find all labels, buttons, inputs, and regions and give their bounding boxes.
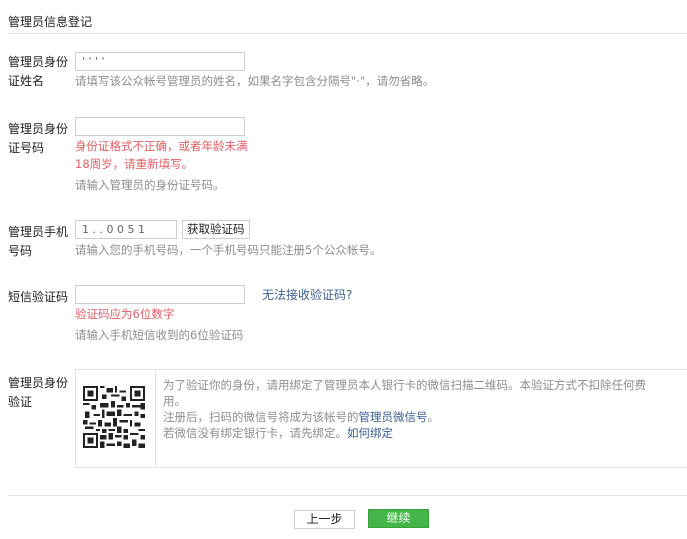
verify-text-line2: 用。 xyxy=(163,394,186,408)
get-code-button[interactable]: 获取验证码 xyxy=(182,220,250,239)
verify-text-line1: 为了验证你的身份，请用绑定了管理员本人银行卡的微信扫描二维码。本验证方式不扣除任… xyxy=(163,378,646,392)
verify-description: 为了验证你的身份，请用绑定了管理员本人银行卡的微信扫描二维码。本验证方式不扣除任… xyxy=(163,377,683,441)
id-label-line2: 证号码 xyxy=(8,141,45,155)
continue-button[interactable]: 继续 xyxy=(368,509,429,528)
how-to-bind-link[interactable]: 如何绑定 xyxy=(347,426,393,440)
admin-wechat-link[interactable]: 管理员微信号 xyxy=(359,410,428,424)
verify-text-line3: 注册后，扫码的微信号将成为该帐号的管理员微信号。 xyxy=(163,409,683,425)
prev-step-button[interactable]: 上一步 xyxy=(294,510,355,529)
id-label-line1: 管理员身份 xyxy=(8,122,69,136)
sms-hint: 请输入手机短信收到的6位验证码 xyxy=(75,328,244,342)
verify-text-line3-prefix: 注册后，扫码的微信号将成为该帐号的 xyxy=(163,410,359,424)
verify-text-line3-suffix: 。 xyxy=(427,410,440,424)
name-hint: 请填写该公众帐号管理员的姓名，如果名字包含分隔号"·"，请勿省略。 xyxy=(75,74,435,88)
id-number-input[interactable] xyxy=(75,117,245,136)
qr-code-icon[interactable] xyxy=(83,386,145,448)
sms-label: 短信验证码 xyxy=(8,290,69,304)
verify-text-line4-prefix: 若微信没有绑定银行卡，请先绑定。 xyxy=(163,426,347,440)
id-hint: 请输入管理员的身份证号码。 xyxy=(75,178,225,192)
id-error-line2: 18周岁，请重新填写。 xyxy=(75,157,194,171)
name-label-line1: 管理员身份 xyxy=(8,55,69,69)
verify-label-line2: 验证 xyxy=(8,395,33,409)
phone-label: 管理员手机 号码 xyxy=(8,223,68,261)
sms-code-input[interactable] xyxy=(75,285,245,304)
verify-text-line4: 若微信没有绑定银行卡，请先绑定。如何绑定 xyxy=(163,425,683,441)
name-label: 管理员身份 证姓名 xyxy=(8,53,68,91)
id-label: 管理员身份 证号码 xyxy=(8,120,68,158)
no-code-link[interactable]: 无法接收验证码? xyxy=(262,287,352,303)
phone-input[interactable]: 1 . . 0 0 5 1 xyxy=(75,220,177,239)
footer-divider xyxy=(8,495,687,496)
verify-label: 管理员身份 验证 xyxy=(8,374,68,412)
title-divider xyxy=(8,33,687,34)
page-title: 管理员信息登记 xyxy=(8,15,93,29)
name-label-line2: 证姓名 xyxy=(8,74,45,88)
phone-hint: 请输入您的手机号码，一个手机号码只能注册5个公众帐号。 xyxy=(75,243,382,257)
name-input[interactable]: ' ' ' ' xyxy=(75,52,245,71)
verify-box-divider xyxy=(155,370,156,467)
sms-error: 验证码应为6位数字 xyxy=(75,307,175,321)
phone-label-line2: 号码 xyxy=(8,244,33,258)
id-error-line1: 身份证格式不正确，或者年龄未满 xyxy=(75,139,248,153)
verify-label-line1: 管理员身份 xyxy=(8,376,69,390)
phone-label-line1: 管理员手机 xyxy=(8,225,69,239)
